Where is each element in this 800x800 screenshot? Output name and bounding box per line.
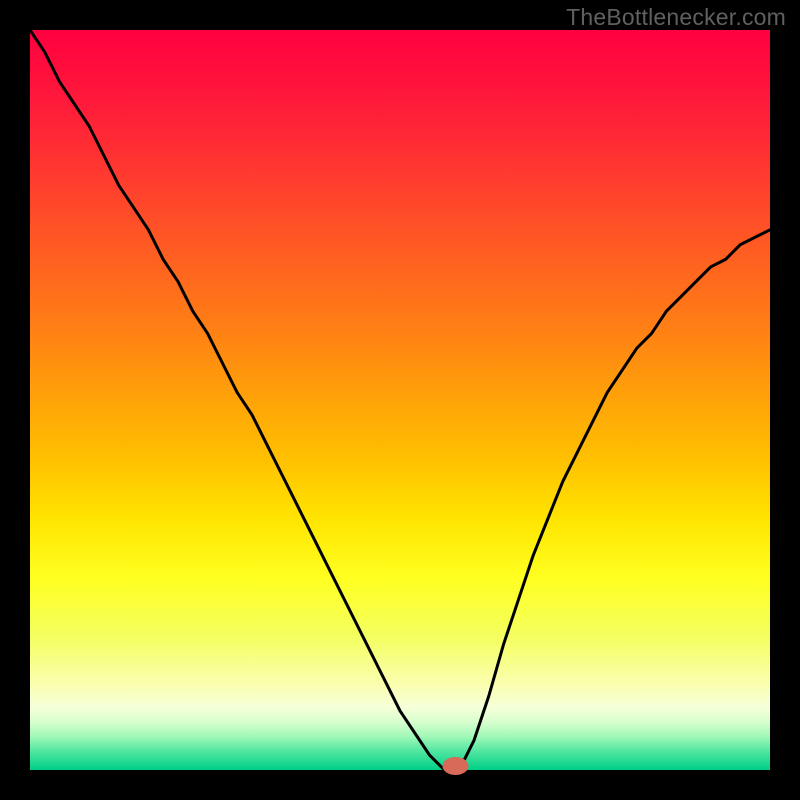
chart-frame: TheBottlenecker.com <box>0 0 800 800</box>
plot-area <box>30 30 770 770</box>
bottleneck-plot <box>0 0 800 800</box>
watermark-text: TheBottlenecker.com <box>566 4 786 31</box>
optimum-marker <box>443 757 469 775</box>
